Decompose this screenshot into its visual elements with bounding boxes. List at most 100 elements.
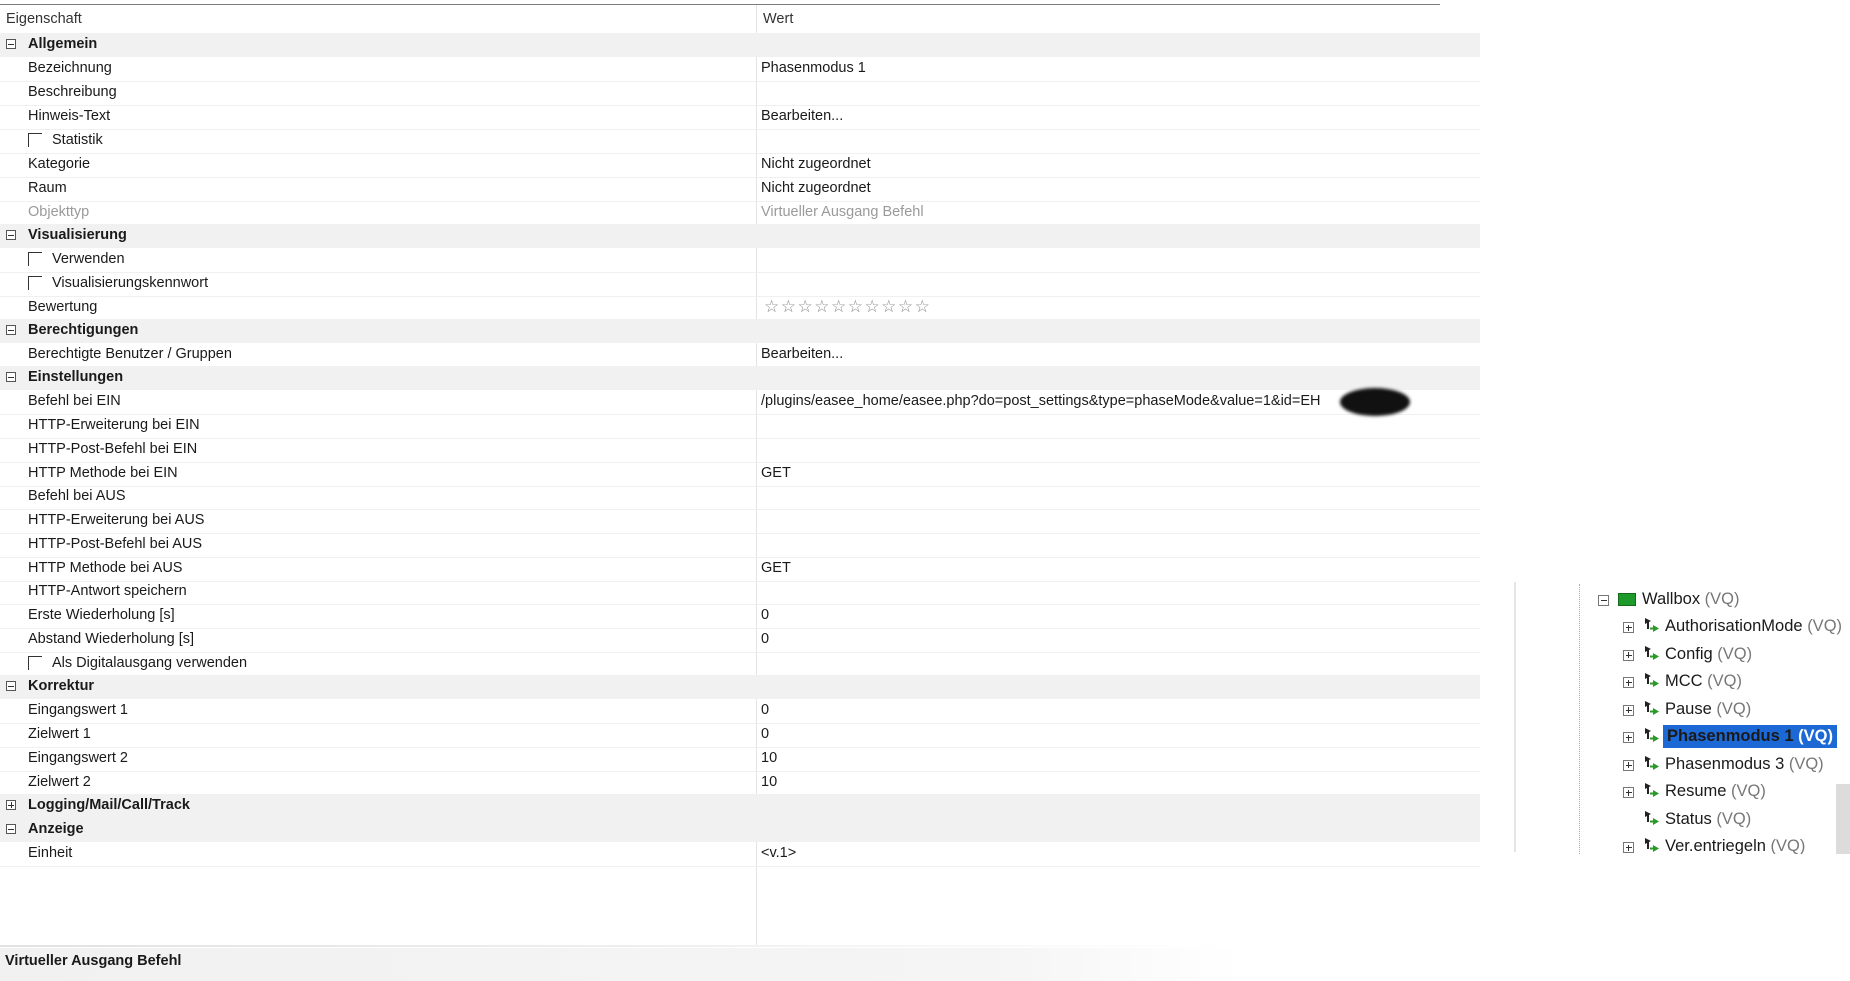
description-panel: Virtueller Ausgang Befehl — [0, 948, 1240, 981]
property-label: Hinweis-Text — [28, 108, 111, 124]
property-row[interactable]: HTTP-Post-Befehl bei AUS — [0, 533, 1480, 558]
header-value[interactable]: Wert — [763, 11, 793, 27]
category-korrektur[interactable]: Korrektur — [0, 675, 1480, 699]
tree-node-tag: (VQ) — [1707, 672, 1743, 690]
property-row[interactable]: Einheit <v.1> — [0, 842, 1480, 867]
property-row[interactable]: Raum Nicht zugeordnet — [0, 177, 1480, 202]
expand-icon[interactable] — [1623, 759, 1634, 771]
tree-scrollbar[interactable] — [1836, 784, 1850, 854]
collapse-icon[interactable] — [6, 824, 16, 834]
property-row[interactable]: HTTP-Antwort speichern — [0, 580, 1480, 605]
collapse-icon[interactable] — [6, 230, 16, 240]
property-row[interactable]: HTTP-Erweiterung bei EIN — [0, 414, 1480, 439]
collapse-icon[interactable] — [6, 372, 16, 382]
expand-icon[interactable] — [1623, 842, 1634, 853]
property-row[interactable]: Eingangswert 1 0 — [0, 699, 1480, 724]
property-row[interactable]: Befehl bei EIN /plugins/easee_home/easee… — [0, 390, 1480, 415]
property-value[interactable]: 0 — [761, 607, 769, 623]
property-row[interactable]: Eingangswert 2 10 — [0, 747, 1480, 772]
header-property[interactable]: Eigenschaft — [6, 11, 82, 27]
property-row[interactable]: HTTP-Post-Befehl bei EIN — [0, 438, 1480, 463]
collapse-icon[interactable] — [6, 325, 16, 335]
category-einstellungen[interactable]: Einstellungen — [0, 366, 1480, 390]
category-berechtigungen[interactable]: Berechtigungen — [0, 319, 1480, 343]
property-row[interactable]: Bezeichnung Phasenmodus 1 — [0, 57, 1480, 82]
grid-scrollbar[interactable] — [1514, 582, 1516, 852]
edit-link[interactable]: Bearbeiten... — [761, 346, 843, 362]
property-label: Befehl bei AUS — [28, 488, 126, 504]
tree-node-label: Pause — [1665, 699, 1712, 718]
visualisierungskennwort-checkbox[interactable] — [28, 276, 42, 290]
property-label: Bewertung — [28, 299, 98, 315]
property-label: Eingangswert 1 — [28, 702, 128, 718]
category-label: Korrektur — [28, 678, 95, 694]
property-value[interactable]: GET — [761, 465, 791, 481]
tree-node-label: Resume — [1665, 782, 1727, 800]
property-row[interactable]: Zielwert 1 0 — [0, 723, 1480, 748]
verwenden-checkbox[interactable] — [28, 252, 42, 266]
property-label: HTTP-Post-Befehl bei EIN — [28, 441, 198, 457]
category-allgemein[interactable]: Allgemein — [0, 33, 1480, 57]
expand-icon[interactable] — [1623, 732, 1634, 743]
property-label: Befehl bei EIN — [28, 393, 121, 409]
property-value[interactable]: 0 — [761, 726, 769, 742]
property-row[interactable]: Zielwert 2 10 — [0, 771, 1480, 796]
property-label: Visualisierungskennwort — [52, 275, 209, 291]
digitalausgang-checkbox[interactable] — [28, 656, 42, 670]
collapse-icon[interactable] — [6, 681, 16, 691]
virtual-output-icon — [1645, 810, 1659, 825]
property-value[interactable]: 10 — [761, 774, 777, 790]
property-value[interactable]: 10 — [761, 750, 777, 766]
edit-link[interactable]: Bearbeiten... — [761, 108, 843, 124]
property-value[interactable]: 0 — [761, 631, 769, 647]
property-row: Objekttyp Virtueller Ausgang Befehl — [0, 201, 1480, 226]
property-row[interactable]: HTTP Methode bei AUS GET — [0, 557, 1480, 582]
property-label: Einheit — [28, 845, 73, 861]
expand-icon[interactable] — [1623, 704, 1634, 716]
tree-node-tag: (VQ) — [1716, 699, 1752, 718]
property-row[interactable]: Kategorie Nicht zugeordnet — [0, 153, 1480, 178]
property-value[interactable]: Nicht zugeordnet — [761, 180, 871, 196]
property-row[interactable]: Berechtigte Benutzer / Gruppen Bearbeite… — [0, 343, 1480, 368]
expand-icon[interactable] — [6, 800, 16, 810]
virtual-output-icon — [1645, 838, 1659, 852]
expand-icon[interactable] — [1623, 677, 1634, 688]
property-label: Zielwert 2 — [28, 774, 91, 790]
category-anzeige[interactable]: Anzeige — [0, 818, 1480, 842]
rating-stars[interactable]: ☆☆☆☆☆☆☆☆☆☆ — [764, 297, 931, 317]
property-value[interactable]: Nicht zugeordnet — [761, 156, 871, 172]
property-row[interactable]: Befehl bei AUS — [0, 485, 1480, 510]
footer-divider — [0, 945, 1230, 947]
property-label: HTTP-Post-Befehl bei AUS — [28, 536, 203, 552]
property-row[interactable]: Statistik — [0, 129, 1480, 154]
property-value[interactable]: 0 — [761, 702, 769, 718]
expand-icon[interactable] — [1623, 787, 1634, 798]
tree-node-label: Wallbox — [1642, 590, 1701, 608]
category-visualisierung[interactable]: Visualisierung — [0, 224, 1480, 248]
property-row[interactable]: Beschreibung — [0, 81, 1480, 106]
expand-icon[interactable] — [1623, 622, 1634, 633]
collapse-icon[interactable] — [1598, 595, 1609, 606]
property-label: HTTP-Erweiterung bei AUS — [28, 512, 205, 528]
property-label: Bezeichnung — [28, 60, 112, 76]
property-row[interactable]: Visualisierungskennwort — [0, 272, 1480, 297]
property-row[interactable]: Abstand Wiederholung [s] 0 — [0, 628, 1480, 653]
description-title: Virtueller Ausgang Befehl — [5, 953, 182, 969]
property-value[interactable]: Phasenmodus 1 — [761, 60, 866, 76]
property-row[interactable]: Bewertung ☆☆☆☆☆☆☆☆☆☆ — [0, 296, 1480, 321]
command-url-value[interactable]: /plugins/easee_home/easee.php?do=post_se… — [761, 393, 1320, 409]
expand-icon[interactable] — [1623, 649, 1634, 661]
property-row[interactable]: Erste Wiederholung [s] 0 — [0, 604, 1480, 629]
property-row[interactable]: HTTP-Erweiterung bei AUS — [0, 509, 1480, 534]
property-label: Als Digitalausgang verwenden — [52, 655, 248, 671]
property-value[interactable]: <v.1> — [761, 845, 796, 861]
property-value[interactable]: GET — [761, 560, 791, 576]
statistik-checkbox[interactable] — [28, 133, 42, 147]
collapse-icon[interactable] — [6, 39, 16, 49]
property-row[interactable]: HTTP Methode bei EIN GET — [0, 462, 1480, 487]
category-logging[interactable]: Logging/Mail/Call/Track — [0, 794, 1480, 818]
property-row[interactable]: Verwenden — [0, 248, 1480, 273]
property-row[interactable]: Als Digitalausgang verwenden — [0, 652, 1480, 677]
property-row[interactable]: Hinweis-Text Bearbeiten... — [0, 105, 1480, 130]
tree-node-tag: (VQ) — [1717, 644, 1753, 663]
